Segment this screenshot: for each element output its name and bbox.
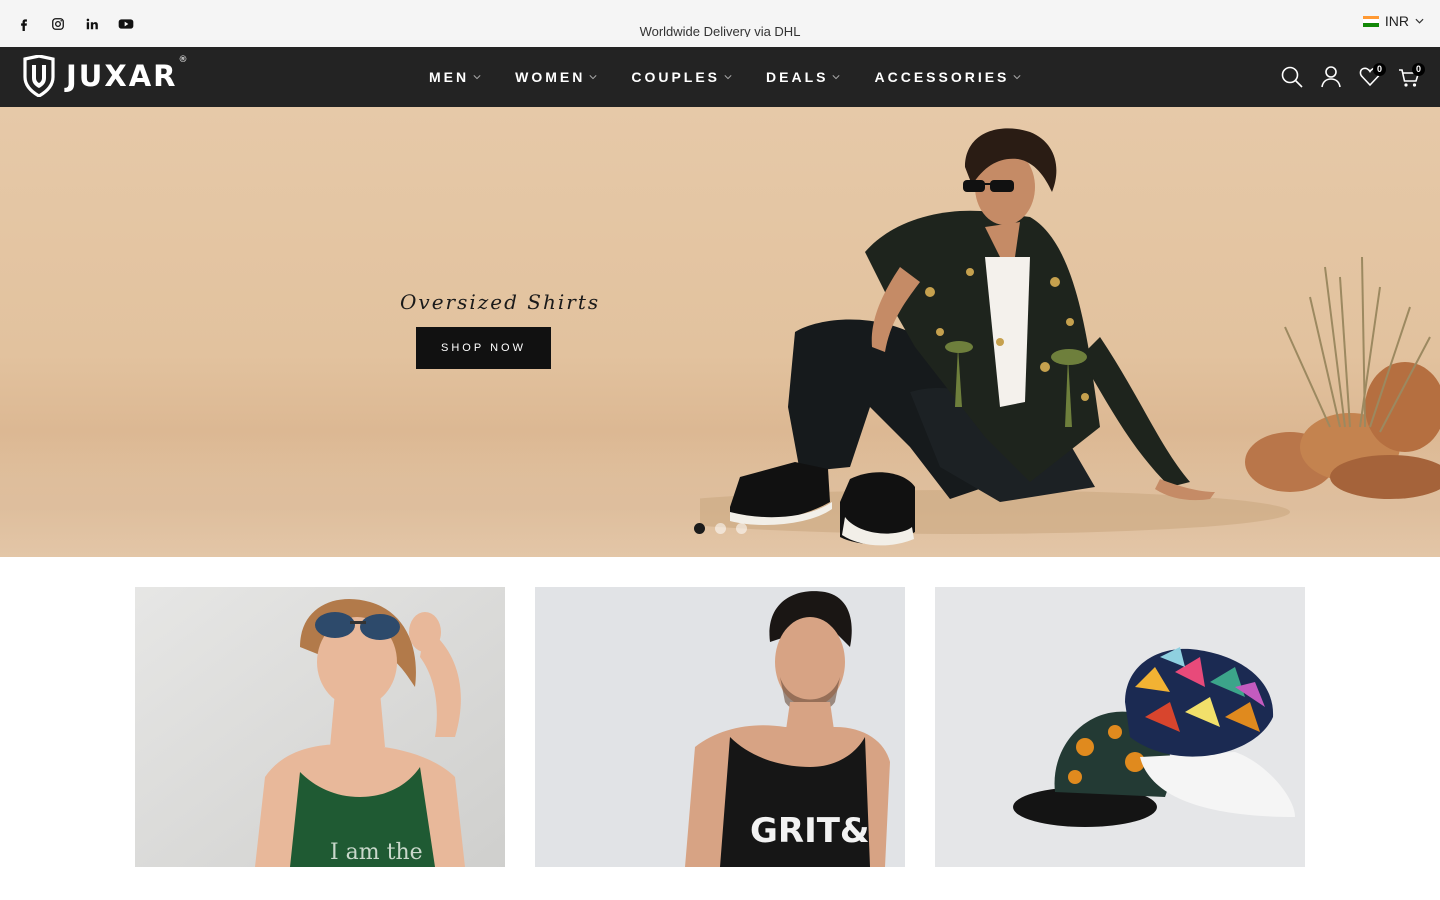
currency-label: INR [1384, 13, 1409, 29]
search-icon[interactable] [1281, 63, 1303, 89]
main-header: JUXAR ® MEN WOMEN COUPLES DEALS ACCESSORI… [0, 47, 1440, 107]
category-card[interactable] [935, 587, 1305, 867]
chevron-down-icon [473, 75, 481, 80]
woman-tank-top-image: I am the [135, 587, 505, 867]
hero-title: Oversized Shirts [400, 290, 601, 314]
site-logo[interactable]: JUXAR ® [22, 55, 188, 97]
account-icon[interactable] [1320, 63, 1342, 89]
slider-dot[interactable] [715, 523, 726, 534]
bucket-hats-image [935, 587, 1305, 867]
nav-item-accessories[interactable]: ACCESSORIES [874, 69, 1021, 85]
shield-logo-icon [23, 55, 55, 97]
hero-model-image [700, 128, 1440, 546]
wishlist-count-badge: 0 [1373, 63, 1386, 76]
hero-banner: Oversized Shirts SHOP NOW [0, 107, 1440, 557]
main-nav: MEN WOMEN COUPLES DEALS ACCESSORIES [429, 47, 1021, 107]
wishlist-icon[interactable]: 0 [1359, 63, 1386, 89]
currency-selector[interactable]: INR [1362, 13, 1424, 29]
slider-dot[interactable] [694, 523, 705, 534]
shop-now-button[interactable]: SHOP NOW [416, 327, 551, 369]
chevron-down-icon [589, 75, 597, 80]
slider-dot[interactable] [736, 523, 747, 534]
nav-item-couples[interactable]: COUPLES [631, 69, 732, 85]
chevron-down-icon [832, 75, 841, 80]
chevron-down-icon [1415, 18, 1424, 24]
man-tank-top-image: GRIT& [535, 587, 905, 867]
logo-text: JUXAR ® [66, 55, 188, 93]
cart-icon[interactable]: 0 [1398, 63, 1425, 89]
nav-item-men[interactable]: MEN [429, 69, 481, 85]
svg-text:GRIT&: GRIT& [750, 811, 870, 851]
header-actions: 0 0 [1281, 63, 1425, 89]
announcement-bar: Worldwide Delivery via DHL [0, 24, 1440, 37]
announcement-text: Worldwide Delivery via DHL [639, 24, 801, 37]
chevron-down-icon [724, 75, 732, 80]
top-bar: Worldwide Delivery via DHL INR [0, 0, 1440, 47]
nav-item-women[interactable]: WOMEN [515, 69, 597, 85]
chevron-down-icon [1013, 75, 1021, 80]
category-cards: I am the GRIT& [135, 587, 1305, 867]
nav-item-deals[interactable]: DEALS [766, 69, 841, 85]
cart-count-badge: 0 [1412, 63, 1425, 76]
category-card[interactable]: I am the [135, 587, 505, 867]
slider-dots [694, 523, 747, 534]
svg-text:I am the: I am the [330, 840, 423, 865]
india-flag-icon [1362, 15, 1379, 27]
category-card[interactable]: GRIT& [535, 587, 905, 867]
